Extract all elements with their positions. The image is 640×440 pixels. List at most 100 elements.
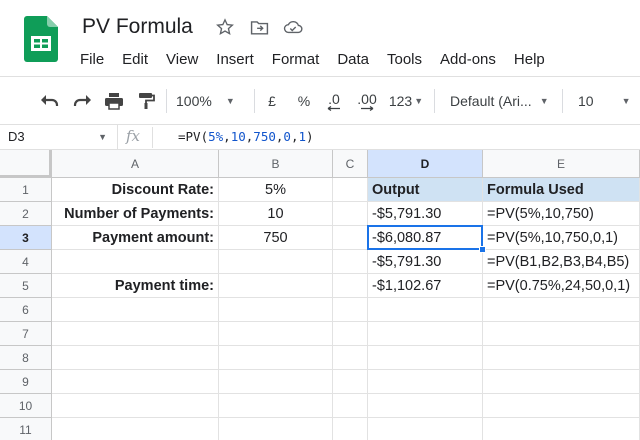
cell-c7[interactable] [333, 322, 368, 346]
cell-c11[interactable] [333, 418, 368, 440]
cell-a4[interactable] [52, 250, 219, 274]
cell-a10[interactable] [52, 394, 219, 418]
cell-c1[interactable] [333, 178, 368, 202]
fill-handle[interactable] [479, 246, 486, 253]
cell-d7[interactable] [368, 322, 483, 346]
cell-e3[interactable]: =PV(5%,10,750,0,1) [483, 226, 640, 250]
row-header-9[interactable]: 9 [0, 370, 52, 394]
cell-b5[interactable] [219, 274, 333, 298]
cell-c4[interactable] [333, 250, 368, 274]
menu-help[interactable]: Help [514, 51, 545, 68]
cell-e8[interactable] [483, 346, 640, 370]
menu-edit[interactable]: Edit [122, 51, 148, 68]
currency-format-button[interactable]: £ [262, 89, 282, 113]
document-title[interactable]: PV Formula [82, 15, 193, 39]
cell-c9[interactable] [333, 370, 368, 394]
cell-c6[interactable] [333, 298, 368, 322]
cell-c3[interactable] [333, 226, 368, 250]
column-header-e[interactable]: E [483, 150, 640, 178]
cell-d11[interactable] [368, 418, 483, 440]
percent-format-button[interactable]: % [294, 89, 314, 113]
print-icon[interactable] [102, 89, 126, 113]
cell-e6[interactable] [483, 298, 640, 322]
cloud-saved-icon[interactable] [282, 16, 304, 38]
cell-c8[interactable] [333, 346, 368, 370]
row-header-7[interactable]: 7 [0, 322, 52, 346]
cell-e2[interactable]: =PV(5%,10,750) [483, 202, 640, 226]
cell-d4[interactable]: -$5,791.30 [368, 250, 483, 274]
cell-b9[interactable] [219, 370, 333, 394]
menu-format[interactable]: Format [272, 51, 320, 68]
cell-b1[interactable]: 5% [219, 178, 333, 202]
zoom-select[interactable]: 100% ▼ [176, 89, 246, 113]
row-header-10[interactable]: 10 [0, 394, 52, 418]
cell-a11[interactable] [52, 418, 219, 440]
cell-a8[interactable] [52, 346, 219, 370]
more-formats-select[interactable]: 123 ▼ [386, 89, 426, 113]
cell-a1[interactable]: Discount Rate: [52, 178, 219, 202]
column-header-b[interactable]: B [219, 150, 333, 178]
column-header-d[interactable]: D [368, 150, 483, 178]
cell-a7[interactable] [52, 322, 219, 346]
cell-e9[interactable] [483, 370, 640, 394]
cell-a2[interactable]: Number of Payments: [52, 202, 219, 226]
cell-b3[interactable]: 750 [219, 226, 333, 250]
cell-b7[interactable] [219, 322, 333, 346]
cell-d8[interactable] [368, 346, 483, 370]
cell-a9[interactable] [52, 370, 219, 394]
cell-e4[interactable]: =PV(B1,B2,B3,B4,B5) [483, 250, 640, 274]
menu-tools[interactable]: Tools [387, 51, 422, 68]
cell-b4[interactable] [219, 250, 333, 274]
cell-b11[interactable] [219, 418, 333, 440]
menu-insert[interactable]: Insert [216, 51, 254, 68]
sheets-logo-icon[interactable] [24, 16, 58, 62]
cell-a6[interactable] [52, 298, 219, 322]
cell-d2[interactable]: -$5,791.30 [368, 202, 483, 226]
row-header-1[interactable]: 1 [0, 178, 52, 202]
redo-icon[interactable] [70, 89, 94, 113]
row-header-2[interactable]: 2 [0, 202, 52, 226]
row-header-5[interactable]: 5 [0, 274, 52, 298]
paint-format-icon[interactable] [134, 89, 158, 113]
cell-e11[interactable] [483, 418, 640, 440]
increase-decimal-button[interactable]: .00 [352, 89, 382, 113]
row-header-4[interactable]: 4 [0, 250, 52, 274]
cell-e1[interactable]: Formula Used [483, 178, 640, 202]
cell-d10[interactable] [368, 394, 483, 418]
cell-d6[interactable] [368, 298, 483, 322]
cell-c10[interactable] [333, 394, 368, 418]
row-header-11[interactable]: 11 [0, 418, 52, 440]
row-header-3[interactable]: 3 [0, 226, 52, 250]
column-header-a[interactable]: A [52, 150, 219, 178]
font-family-select[interactable]: Default (Ari... ▼ [450, 89, 554, 113]
cell-d9[interactable] [368, 370, 483, 394]
cell-a3[interactable]: Payment amount: [52, 226, 219, 250]
cell-c5[interactable] [333, 274, 368, 298]
decrease-decimal-button[interactable]: .0 [322, 89, 346, 113]
row-header-6[interactable]: 6 [0, 298, 52, 322]
row-header-8[interactable]: 8 [0, 346, 52, 370]
cell-c2[interactable] [333, 202, 368, 226]
cell-e10[interactable] [483, 394, 640, 418]
cell-d1[interactable]: Output [368, 178, 483, 202]
menu-file[interactable]: File [80, 51, 104, 68]
name-box[interactable]: D3 ▼ [0, 125, 118, 150]
cell-e7[interactable] [483, 322, 640, 346]
menu-view[interactable]: View [166, 51, 198, 68]
undo-icon[interactable] [38, 89, 62, 113]
move-to-folder-icon[interactable] [248, 16, 270, 38]
select-all-corner[interactable] [0, 150, 52, 178]
menu-data[interactable]: Data [337, 51, 369, 68]
cell-b2[interactable]: 10 [219, 202, 333, 226]
formula-input[interactable]: =PV(5%,10,750,0,1) [178, 129, 314, 144]
column-header-c[interactable]: C [333, 150, 368, 178]
cell-b10[interactable] [219, 394, 333, 418]
cell-b6[interactable] [219, 298, 333, 322]
menu-addons[interactable]: Add-ons [440, 51, 496, 68]
cell-d5[interactable]: -$1,102.67 [368, 274, 483, 298]
cell-e5[interactable]: =PV(0.75%,24,50,0,1) [483, 274, 640, 298]
cell-b8[interactable] [219, 346, 333, 370]
font-size-select[interactable]: 10 ▼ [578, 89, 640, 113]
cell-a5[interactable]: Payment time: [52, 274, 219, 298]
star-icon[interactable] [214, 16, 236, 38]
